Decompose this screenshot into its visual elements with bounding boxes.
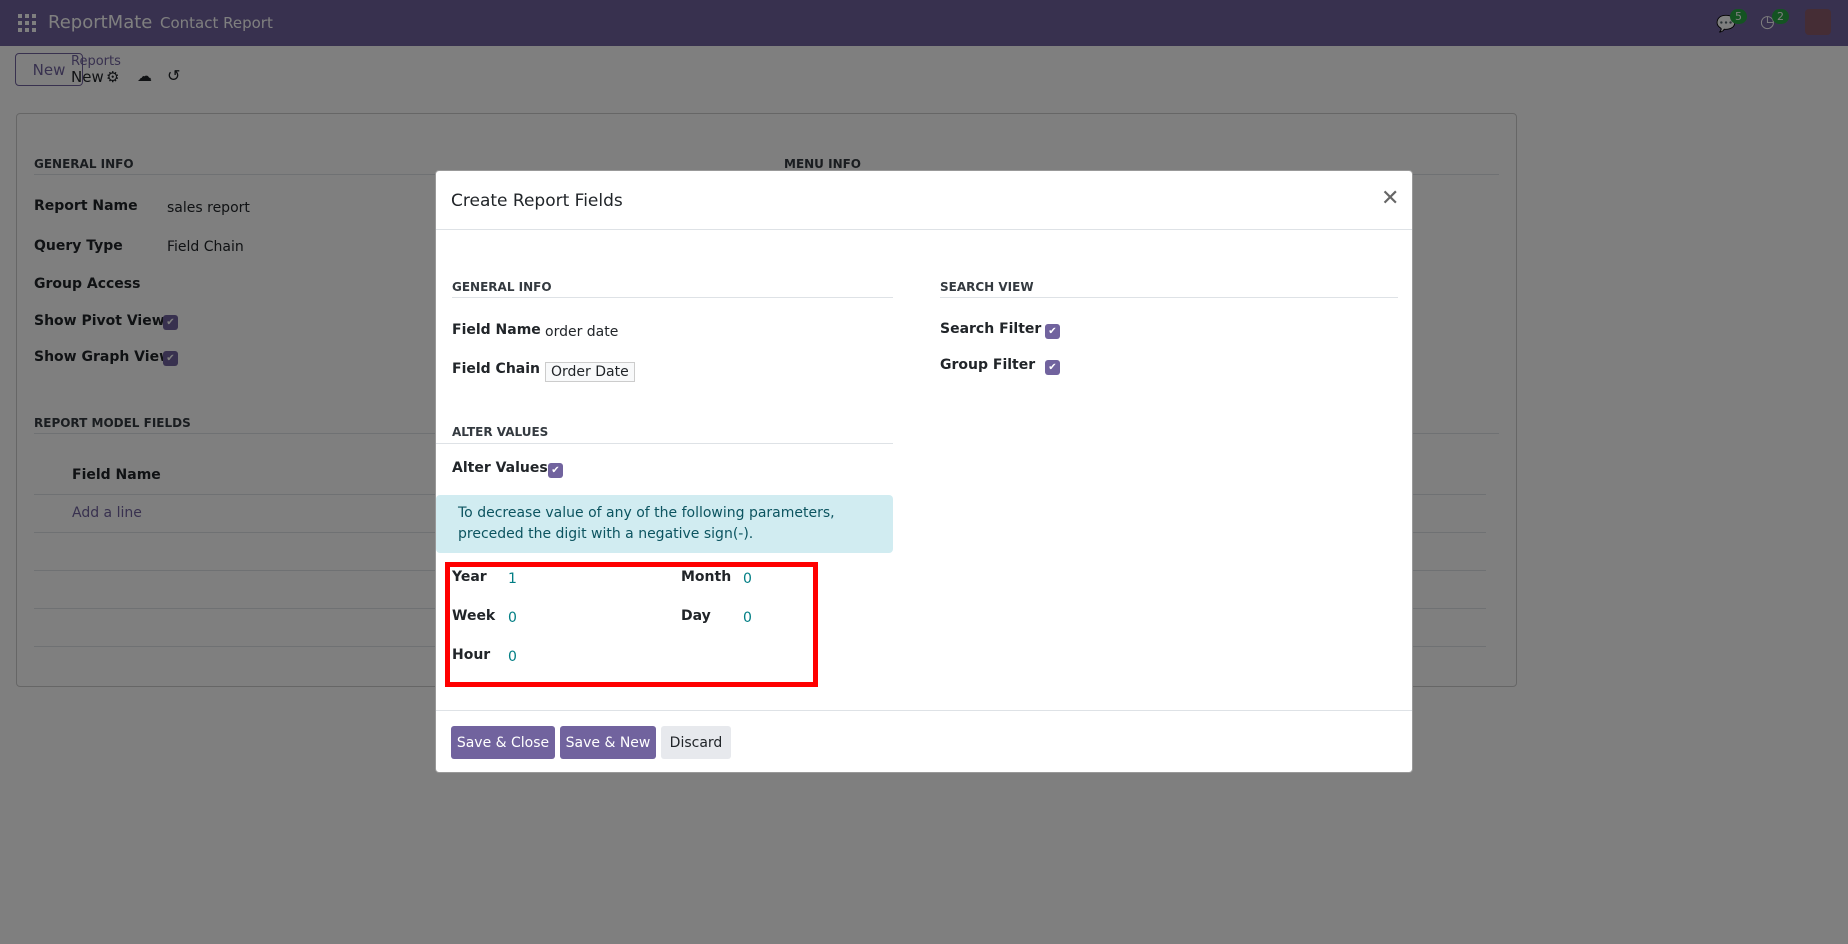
group-filter-label: Group Filter [940, 357, 1036, 373]
field-name-label: Field Name [452, 322, 541, 338]
month-label: Month [681, 569, 732, 585]
year-input[interactable]: 1 [508, 571, 517, 587]
hour-label: Hour [452, 647, 491, 663]
week-input[interactable]: 0 [508, 610, 517, 626]
day-input[interactable]: 0 [743, 610, 752, 626]
divider [436, 443, 893, 444]
hour-input[interactable]: 0 [508, 649, 517, 665]
group-filter-checkbox[interactable]: ✔ [1045, 360, 1060, 375]
alter-values-checkbox[interactable]: ✔ [548, 463, 563, 478]
save-close-button[interactable]: Save & Close [451, 726, 555, 759]
divider [452, 297, 893, 298]
close-icon[interactable]: ✕ [1381, 186, 1399, 211]
section-search-view: SEARCH VIEW [940, 280, 1034, 294]
field-name-input[interactable]: order date [545, 324, 618, 340]
create-report-fields-dialog: Create Report Fields ✕ GENERAL INFO Fiel… [435, 170, 1413, 773]
year-label: Year [452, 569, 487, 585]
search-filter-checkbox[interactable]: ✔ [1045, 324, 1060, 339]
week-label: Week [452, 608, 496, 624]
alter-values-label: Alter Values [452, 460, 548, 476]
divider [940, 297, 1398, 298]
divider [436, 710, 1412, 711]
day-label: Day [681, 608, 711, 624]
section-alter-values: ALTER VALUES [452, 425, 549, 439]
section-general-info: GENERAL INFO [452, 280, 552, 294]
search-filter-label: Search Filter [940, 321, 1042, 337]
field-chain-selector[interactable]: Order Date [545, 362, 635, 382]
discard-button[interactable]: Discard [661, 726, 731, 759]
modal-title: Create Report Fields [451, 191, 623, 211]
highlight-box [445, 562, 818, 687]
divider [436, 229, 1412, 230]
field-chain-label: Field Chain [452, 361, 541, 377]
save-new-button[interactable]: Save & New [560, 726, 656, 759]
info-alert: To decrease value of any of the followin… [436, 495, 893, 553]
month-input[interactable]: 0 [743, 571, 752, 587]
